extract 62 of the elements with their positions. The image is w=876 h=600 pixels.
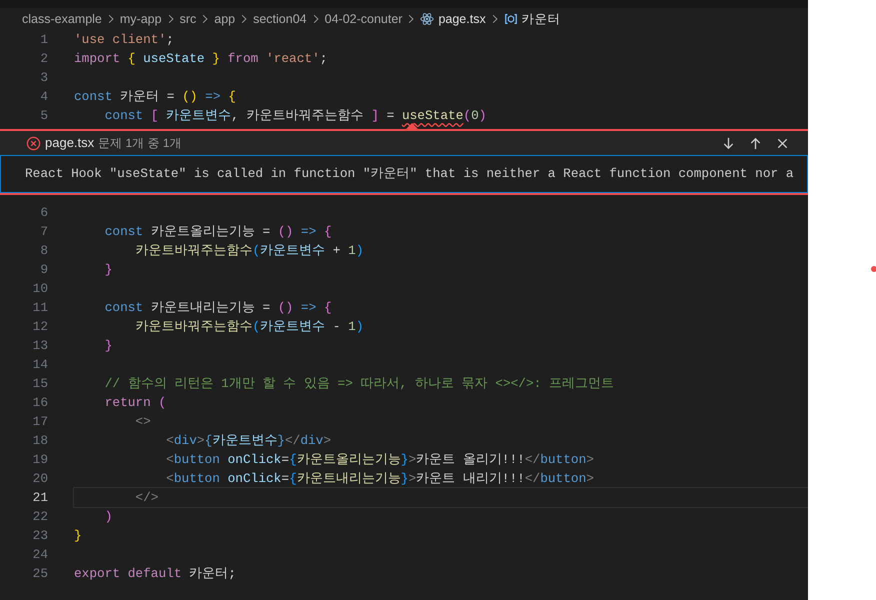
code-line: export default 카운터; — [74, 565, 237, 583]
line-number: 19 — [32, 451, 48, 469]
code-line: <> — [134, 413, 152, 431]
line-number: 24 — [32, 546, 48, 564]
symbol-icon — [504, 12, 518, 26]
line-number: 4 — [39, 88, 48, 106]
code-line: const 카운터 = () => { — [74, 88, 237, 106]
breadcrumb-item[interactable]: section04 — [253, 10, 307, 28]
line-number: 22 — [32, 508, 48, 526]
error-icon — [26, 136, 41, 150]
line-number: 9 — [39, 261, 48, 279]
code-line: } — [104, 337, 114, 355]
code-line: ) — [104, 508, 114, 526]
breadcrumb-item[interactable]: page.tsx — [438, 10, 486, 28]
line-number: 21 — [32, 489, 48, 507]
line-number: 16 — [32, 394, 48, 412]
line-number: 6 — [39, 204, 48, 222]
line-number: 5 — [39, 107, 48, 125]
code-line: const 카운트내리는기능 = () => { — [104, 299, 333, 317]
breadcrumb-item[interactable]: my-app — [120, 10, 162, 28]
code-line: <div>{카운트변수}</div> — [165, 432, 332, 450]
code-line: } — [74, 527, 83, 545]
breadcrumb-item[interactable]: 카운터 — [522, 10, 561, 28]
code-line: 'use client'; — [74, 31, 175, 49]
code-line: 카운트바꿔주는함수(카운트변수 - 1) — [134, 318, 365, 336]
line-number: 20 — [32, 470, 48, 488]
code-line: import { useState } from 'react'; — [74, 50, 328, 68]
code-line: const 카운트올리는기능 = () => { — [104, 223, 333, 241]
breadcrumb-item[interactable]: src — [180, 10, 196, 28]
line-number: 11 — [32, 299, 48, 317]
problem-count: 문제 1개 중 1개 — [98, 135, 182, 152]
code-line: <button onClick={카운트올리는기능}>카운트 올리기!!!</button> — [165, 451, 595, 469]
code-line: return ( — [104, 394, 168, 412]
breadcrumb-item[interactable]: app — [214, 10, 236, 28]
up-arrow-icon — [748, 136, 763, 150]
atom-icon — [420, 12, 434, 26]
line-number: 3 — [39, 69, 48, 87]
line-number: 7 — [39, 223, 48, 241]
line-number: 14 — [32, 356, 48, 374]
file-name: page.tsx — [45, 134, 94, 152]
error-marker — [871, 266, 876, 272]
code-line: // 함수의 리턴은 1개만 할 수 있음 => 따라서, 하나로 묶자 <></>: 프레그먼트 — [104, 375, 616, 393]
code-line: 카운트바꿔주는함수(카운트변수 + 1) — [134, 242, 365, 260]
code-line: } — [104, 261, 114, 279]
breadcrumb-item[interactable]: 04-02-conuter — [324, 10, 402, 28]
code-line: </> — [74, 488, 808, 507]
line-number: 17 — [32, 413, 48, 431]
line-number: 23 — [32, 527, 48, 545]
code-line: <button onClick={카운트내리는기능}>카운트 내리기!!!</button> — [165, 470, 595, 488]
error-message: React Hook "useState" is called in function "카운터" that is neither a React function component nor a — [0, 155, 808, 193]
breadcrumb-item[interactable]: class-example — [22, 10, 102, 28]
down-arrow-icon — [721, 136, 736, 150]
line-number: 10 — [32, 280, 48, 298]
line-number: 15 — [32, 375, 48, 393]
line-number: 8 — [39, 242, 48, 260]
code-line: const [ 카운트변수, 카운트바꿔주는함수 ] = useState(0) — [104, 107, 488, 125]
line-number: 2 — [39, 50, 48, 68]
line-number: 13 — [32, 337, 48, 355]
line-number: 18 — [32, 432, 48, 450]
line-number: 25 — [32, 565, 48, 583]
line-number: 12 — [32, 318, 48, 336]
line-number: 1 — [39, 31, 48, 49]
